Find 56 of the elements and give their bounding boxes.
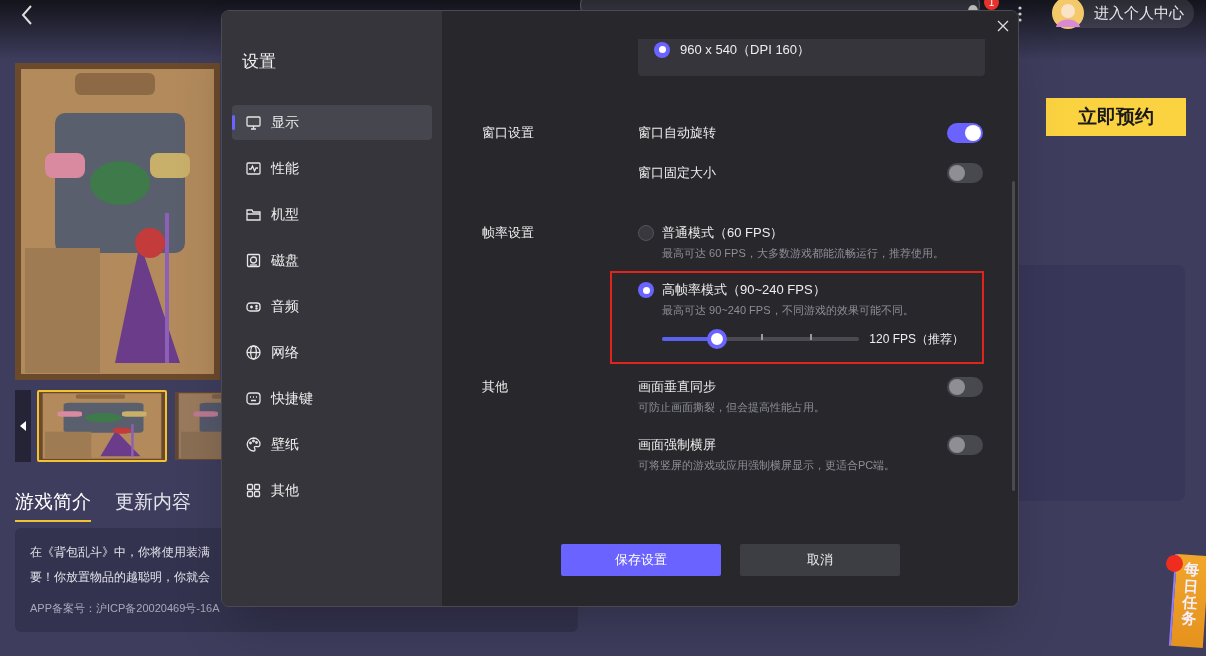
save-button[interactable]: 保存设置 [560,544,721,576]
back-icon[interactable] [20,4,34,26]
hint-text: 可防止画面撕裂，但会提高性能占用。 [638,400,826,415]
cancel-button[interactable]: 取消 [739,544,900,576]
section-label: 帧率设置 [481,224,535,242]
record-text: APP备案号：沪ICP备20020469号-16A [30,601,221,616]
setting-label: 画面垂直同步 [638,378,717,397]
palette-icon [246,436,261,452]
daily-task-label: 每日任务 [1180,560,1201,628]
toggle-switch[interactable] [947,123,983,143]
nav-item[interactable]: 显示 [232,104,432,140]
toggle-switch[interactable] [947,163,983,183]
notification-badge: 1 [984,0,999,10]
section-label: 窗口设置 [481,124,535,142]
section-label: 其他 [481,378,509,396]
tab[interactable]: 更新内容 [115,488,191,522]
toggle-switch[interactable] [947,377,983,397]
monitor-icon [246,114,261,130]
keyboard-icon [246,390,261,406]
close-icon[interactable] [997,20,1009,32]
setting-label: 窗口自动旋转 [638,124,717,143]
hint-text: 最高可达 60 FPS，大多数游戏都能流畅运行，推荐使用。 [661,246,945,261]
globe-icon [246,344,261,360]
hint-text: 最高可达 90~240 FPS，不同游戏的效果可能不同。 [661,303,915,318]
dialog-title: 设置 [241,51,277,73]
reserve-button[interactable]: 立即预约 [1046,98,1186,136]
slider-handle[interactable] [707,329,728,349]
setting-label: 窗口固定大小 [638,164,717,183]
grid-icon [246,482,261,498]
toggle-switch[interactable] [947,435,983,455]
option-label: 960 x 540（DPI 160） [680,41,811,59]
previous-button[interactable] [15,390,31,462]
nav-item[interactable]: 性能 [232,150,432,186]
tab[interactable]: 游戏简介 [15,488,91,522]
nav-item[interactable]: 网络 [232,334,432,370]
pulse-icon [246,160,261,176]
description-text: 要！你放置物品的越聪明，你就会 [30,569,211,586]
description-text: 在《背包乱斗》中，你将使用装满 [30,544,211,561]
caret-icon [20,421,26,431]
more-icon[interactable] [1018,6,1022,22]
nav-item[interactable]: 其他 [232,472,432,508]
avatar-icon [1052,0,1084,29]
slider-value: 120 FPS（推荐） [869,331,964,348]
radio-button[interactable] [654,41,670,58]
nav-item[interactable]: 磁盘 [232,242,432,278]
folder-icon [246,206,261,222]
radio-button[interactable] [638,282,654,298]
setting-label: 画面强制横屏 [638,436,717,455]
hint-text: 可将竖屏的游戏或应用强制横屏显示，更适合PC端。 [638,458,897,473]
nav-item[interactable]: 壁纸 [232,426,432,462]
nav-item[interactable]: 音频 [232,288,432,324]
option-label: 高帧率模式（90~240 FPS） [662,281,826,300]
nav-item[interactable]: 机型 [232,196,432,232]
option-label: 普通模式（60 FPS） [662,224,784,243]
nav-item[interactable]: 快捷键 [232,380,432,416]
radio-button[interactable] [638,225,654,241]
